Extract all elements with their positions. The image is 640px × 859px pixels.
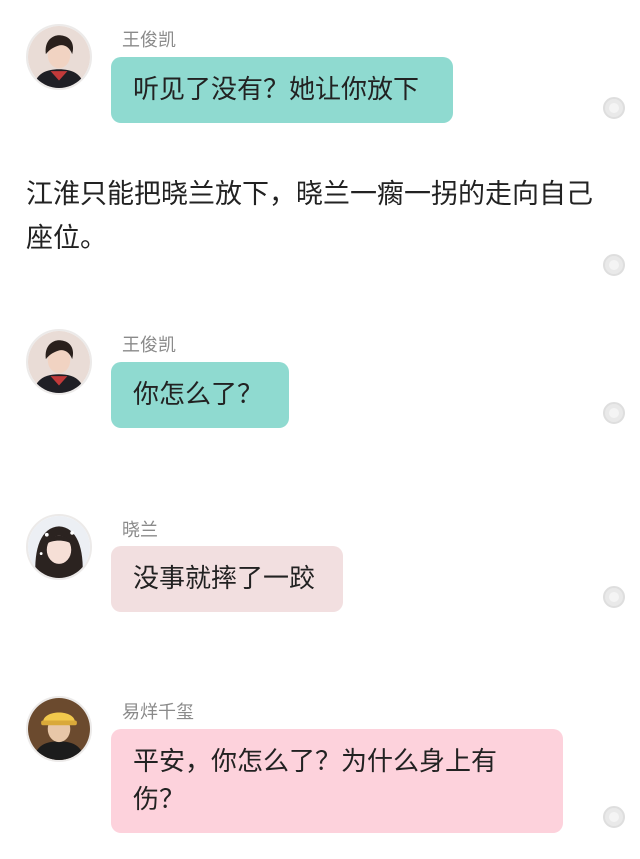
chat-message: 易烊千玺 平安，你怎么了？为什么身上有伤？: [0, 672, 640, 859]
message-status-dot-icon[interactable]: [603, 586, 625, 608]
message-status-dot-icon[interactable]: [603, 254, 625, 276]
message-bubble[interactable]: 没事就摔了一跤: [111, 546, 343, 612]
message-status-dot-icon[interactable]: [603, 402, 625, 424]
message-bubble[interactable]: 平安，你怎么了？为什么身上有伤？: [111, 729, 563, 833]
sender-avatar[interactable]: [26, 329, 92, 395]
sender-avatar[interactable]: [26, 24, 92, 90]
message-status-dot-icon[interactable]: [603, 806, 625, 828]
sender-name: 易烊千玺: [122, 702, 194, 723]
narration-text: 江淮只能把晓兰放下，晓兰一瘸一拐的走向自己座位。: [26, 179, 593, 254]
chat-message: 王俊凯 听见了没有？她让你放下: [0, 0, 640, 140]
chat-message: 晓兰 没事就摔了一跤: [0, 490, 640, 630]
message-bubble[interactable]: 听见了没有？她让你放下: [111, 57, 453, 123]
sender-avatar[interactable]: [26, 514, 92, 580]
girl-portrait-avatar-icon: [28, 516, 90, 578]
boy-portrait-avatar-icon: [28, 331, 90, 393]
sender-name: 王俊凯: [122, 335, 176, 356]
message-bubble[interactable]: 你怎么了？: [111, 362, 289, 428]
boy-cap-portrait-avatar-icon: [28, 698, 90, 760]
sender-name: 王俊凯: [122, 30, 176, 51]
boy-portrait-avatar-icon: [28, 26, 90, 88]
sender-name: 晓兰: [122, 520, 158, 541]
message-status-dot-icon[interactable]: [603, 97, 625, 119]
chat-message: 王俊凯 你怎么了？: [0, 305, 640, 445]
sender-avatar[interactable]: [26, 696, 92, 762]
